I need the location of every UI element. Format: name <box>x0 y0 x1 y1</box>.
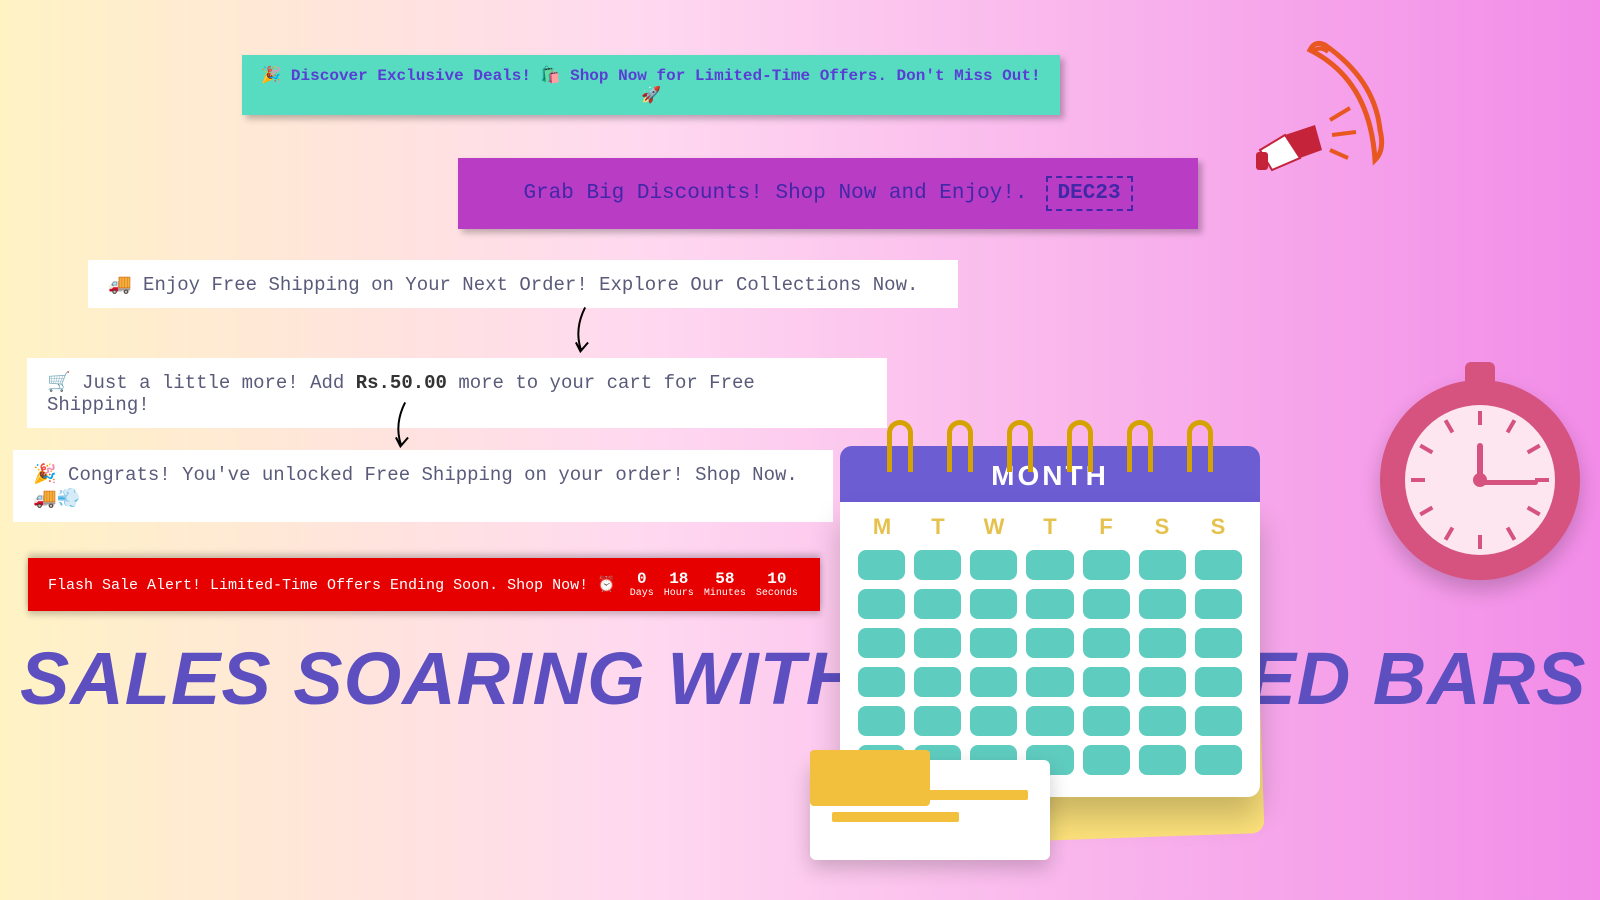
countdown-minutes: 58 Minutes <box>704 570 746 599</box>
ship2-pre: 🛒 Just a little more! Add <box>47 372 356 394</box>
megaphone-icon <box>1230 30 1410 215</box>
countdown-hours: 18 Hours <box>664 570 694 599</box>
free-shipping-bar-3: 🎉 Congrats! You've unlocked Free Shippin… <box>13 450 833 522</box>
free-shipping-bar-2: 🛒 Just a little more! Add Rs.50.00 more … <box>27 358 887 428</box>
promo-bar-purple-text: Grab Big Discounts! Shop Now and Enjoy!. <box>523 182 1027 205</box>
free-shipping-bar-1: 🚚 Enjoy Free Shipping on Your Next Order… <box>88 260 958 308</box>
calendar-weekdays: M T W T F S S <box>858 514 1242 540</box>
promo-bar-teal: 🎉 Discover Exclusive Deals! 🛍️ Shop Now … <box>242 55 1060 115</box>
promo-code[interactable]: DEC23 <box>1046 176 1133 211</box>
clock-illustration <box>1380 380 1580 580</box>
countdown-seconds: 10 Seconds <box>756 570 798 599</box>
promo-bar-purple: Grab Big Discounts! Shop Now and Enjoy!.… <box>458 158 1198 229</box>
calendar-illustration: MONTH M T W T F S S <box>840 420 1260 797</box>
flash-sale-bar: Flash Sale Alert! Limited-Time Offers En… <box>28 558 820 611</box>
flash-sale-text: Flash Sale Alert! Limited-Time Offers En… <box>48 575 616 594</box>
note-card <box>810 760 1050 860</box>
promo-bar-teal-text: 🎉 Discover Exclusive Deals! 🛍️ Shop Now … <box>261 67 1040 105</box>
free-shipping-text-3: 🎉 Congrats! You've unlocked Free Shippin… <box>33 464 798 510</box>
ship2-amount: Rs.50.00 <box>356 372 447 394</box>
headline-text: SALES SOARING WITH SCHEDULED BARS <box>20 640 1587 718</box>
countdown-days: 0 Days <box>630 570 654 599</box>
free-shipping-text-1: 🚚 Enjoy Free Shipping on Your Next Order… <box>108 274 918 296</box>
countdown-timer: 0 Days 18 Hours 58 Minutes 10 Seconds <box>630 570 798 599</box>
